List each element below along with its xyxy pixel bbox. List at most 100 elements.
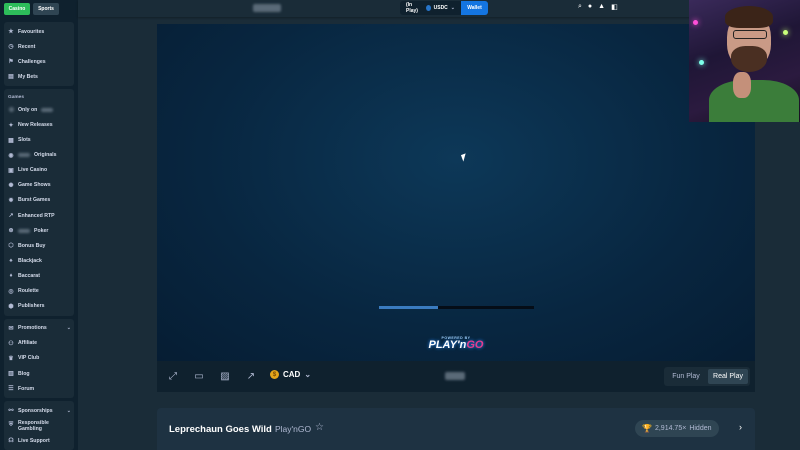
- sidebar-item-vip-club[interactable]: ♛ VIP Club: [4, 351, 74, 366]
- sidebar-item-enhanced-rtp[interactable]: ↗ Enhanced RTP: [4, 208, 74, 223]
- sidebar-item-label: Poker: [34, 227, 49, 234]
- sidebar-item-affiliate[interactable]: ⚇ Affiliate: [4, 336, 74, 351]
- sidebar-item-label: Recent: [18, 43, 36, 50]
- bonus-icon: ⬡: [8, 243, 14, 250]
- sidebar-item-blackjack[interactable]: ♠ Blackjack: [4, 253, 74, 268]
- multiplier-badge[interactable]: 🏆 2,914.75× Hidden: [635, 420, 719, 437]
- streamer-glasses: [733, 30, 767, 39]
- provider-wordmark-b: GO: [466, 339, 484, 351]
- sidebar-item-label: Responsible Gambling: [17, 419, 49, 432]
- real-play-button[interactable]: Real Play: [708, 369, 748, 384]
- poker-icon: ⊛: [8, 228, 14, 235]
- sidebar-item-slots[interactable]: ▦ Slots: [4, 133, 74, 148]
- sidebar-group-games: Games Only on ✦ New Releases ▦ Slots ◉ O…: [4, 89, 74, 316]
- sidebar-item-only-on[interactable]: Only on: [4, 102, 74, 117]
- currency-value: CAD: [283, 370, 301, 379]
- game-details-bar: Leprechaun Goes Wild Play'nGO ☆ 🏆 2,914.…: [157, 408, 755, 450]
- sidebar-item-label: Bonus Buy: [18, 242, 46, 249]
- live-icon: ▣: [8, 167, 14, 174]
- sidebar-item-recent[interactable]: ◷ Recent: [4, 39, 74, 54]
- sidebar-item-originals[interactable]: ◉ Originals: [4, 148, 74, 163]
- sidebar-item-label: Challenges: [18, 58, 46, 65]
- blurred-brand: [18, 228, 30, 233]
- sidebar-heading-games: Games: [8, 95, 24, 101]
- sidebar-group-personal: ★ Favourites ◷ Recent ⚑ Challenges ▤ My …: [4, 22, 74, 87]
- baccarat-icon: ♦: [9, 272, 13, 279]
- sidebar-item-roulette[interactable]: ◎ Roulette: [4, 284, 74, 299]
- clock-icon: ◷: [8, 44, 14, 51]
- sidebar-item-poker[interactable]: ⊛ Poker: [4, 223, 74, 238]
- sidebar-item-label: Affiliate: [18, 340, 38, 347]
- site-logo[interactable]: [253, 4, 281, 12]
- sidebar-item-favourites[interactable]: ★ Favourites: [4, 24, 74, 39]
- search-icon[interactable]: ⌕: [578, 3, 582, 11]
- sidebar-item-label: Forum: [18, 385, 35, 392]
- balance-label: (In Play): [406, 2, 418, 14]
- chevron-right-icon[interactable]: ›: [739, 422, 742, 432]
- multiplier-value: 2,914.75×: [654, 425, 687, 432]
- header-icons: ⌕ ● ▲ ◧: [578, 3, 618, 11]
- currency-selector[interactable]: $ CAD ⌄: [270, 370, 311, 379]
- bets-icon: ▤: [8, 74, 14, 81]
- challenge-icon: ⚑: [8, 59, 14, 66]
- sidebar-item-label: My Bets: [18, 73, 38, 80]
- popout-icon[interactable]: ↗: [245, 370, 257, 382]
- gift-icon: ✉: [8, 325, 14, 332]
- blackjack-icon: ♠: [9, 257, 13, 264]
- webcam-overlay: [689, 0, 800, 122]
- streamer-shirt: [709, 80, 799, 122]
- playngo-logo: POWERED BY PLAY'nGO: [422, 336, 490, 351]
- fullscreen-icon[interactable]: ⤢: [167, 370, 179, 382]
- game-title: Leprechaun Goes Wild: [169, 424, 272, 435]
- chat-icon[interactable]: ◧: [611, 3, 618, 11]
- mouse-cursor-icon: [460, 153, 469, 162]
- theatre-mode-icon[interactable]: ▭: [193, 370, 205, 382]
- sidebar-item-forum[interactable]: ☰ Forum: [4, 381, 74, 396]
- sidebar-item-label: Favourites: [18, 28, 45, 35]
- stats-icon[interactable]: ▨: [219, 370, 231, 382]
- game-provider[interactable]: Play'nGO: [275, 424, 311, 434]
- sidebar-item-baccarat[interactable]: ♦ Baccarat: [4, 268, 74, 283]
- sidebar-item-challenges[interactable]: ⚑ Challenges: [4, 54, 74, 69]
- fun-play-button[interactable]: Fun Play: [666, 369, 706, 384]
- bell-icon[interactable]: ▲: [598, 3, 605, 11]
- usdc-icon: [425, 5, 431, 11]
- sidebar-item-publishers[interactable]: ⬢ Publishers: [4, 299, 74, 314]
- game-frame[interactable]: POWERED BY PLAY'nGO: [157, 24, 755, 361]
- game-control-bar: ⤢ ▭ ▨ ↗ $ CAD ⌄ Fun Play Real Play: [157, 361, 755, 392]
- forum-icon: ☰: [8, 386, 14, 393]
- provider-wordmark: PLAY'nGO: [422, 340, 490, 351]
- sidebar-item-label: New Releases: [18, 122, 53, 129]
- sidebar-item-promotions[interactable]: ✉ Promotions ⌄: [4, 321, 74, 336]
- favourite-star-icon[interactable]: ☆: [315, 422, 324, 433]
- sidebar-item-bonus-buy[interactable]: ⬡ Bonus Buy: [4, 238, 74, 253]
- sidebar-item-live-support[interactable]: ☊ Live Support: [4, 433, 74, 448]
- coin-icon: $: [270, 370, 279, 379]
- sidebar-item-label: Publishers: [18, 303, 45, 310]
- sidebar-item-sponsorships[interactable]: ⚯ Sponsorships ⌄: [4, 403, 74, 418]
- sidebar-item-new-releases[interactable]: ✦ New Releases: [4, 117, 74, 132]
- currency-label: USDC: [433, 5, 448, 11]
- tab-casino[interactable]: Casino: [4, 3, 30, 15]
- blurred-brand: [41, 107, 54, 112]
- sidebar-item-live-casino[interactable]: ▣ Live Casino: [4, 163, 74, 178]
- sidebar-item-my-bets[interactable]: ▤ My Bets: [4, 69, 74, 84]
- tab-sports[interactable]: Sports: [33, 3, 59, 15]
- sidebar-item-burst-games[interactable]: ✹ Burst Games: [4, 193, 74, 208]
- trophy-icon: 🏆: [642, 424, 652, 433]
- sidebar-item-label: Roulette: [18, 288, 39, 295]
- wallet-button[interactable]: Wallet: [461, 1, 488, 15]
- streamer-hair: [725, 6, 773, 28]
- sidebar-item-game-shows[interactable]: ✺ Game Shows: [4, 178, 74, 193]
- sidebar-item-blog[interactable]: ▥ Blog: [4, 366, 74, 381]
- play-mode-toggle: Fun Play Real Play: [664, 367, 750, 386]
- originals-icon: ◉: [8, 152, 14, 159]
- user-icon[interactable]: ●: [588, 3, 592, 11]
- blog-icon: ▥: [8, 371, 14, 378]
- logo-icon: [8, 107, 14, 113]
- rtp-icon: ↗: [8, 213, 14, 220]
- new-icon: ✦: [8, 122, 14, 129]
- balance-selector[interactable]: (In Play) USDC ⌄: [400, 1, 461, 15]
- slots-icon: ▦: [8, 137, 14, 144]
- sidebar-item-responsible-gambling[interactable]: ⛨ Responsible Gambling: [4, 418, 74, 433]
